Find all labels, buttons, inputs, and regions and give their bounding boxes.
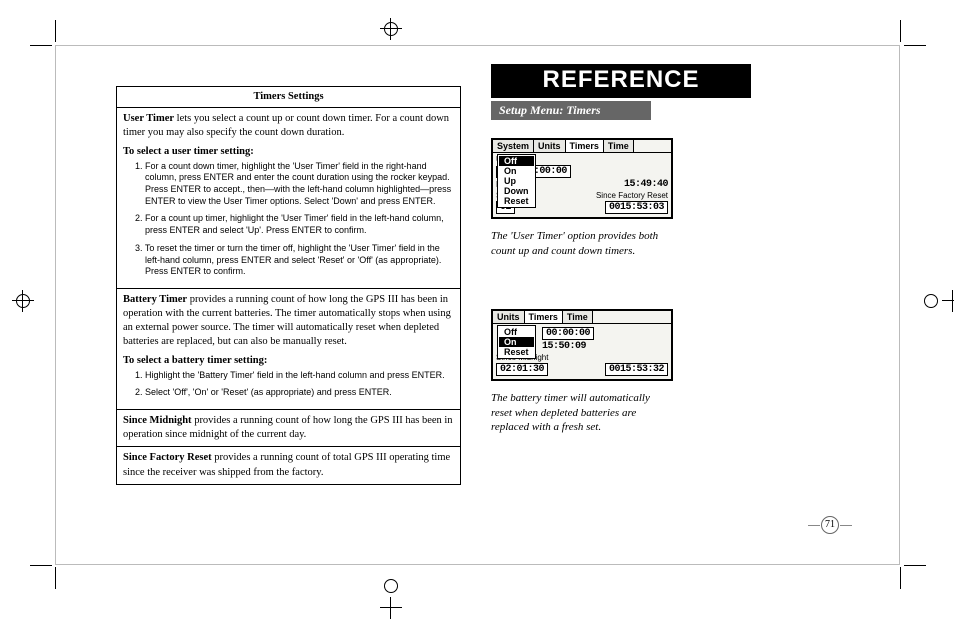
crop-tick — [904, 45, 926, 46]
user-timer-section: User Timer lets you select a count up or… — [117, 107, 460, 288]
menu-item: Off — [499, 327, 534, 337]
battery-timer-section: Battery Timer provides a running count o… — [117, 288, 460, 409]
lcd-tab-selected: Timers — [525, 311, 563, 323]
menu-item: Reset — [499, 347, 534, 357]
menu-item: On — [499, 166, 534, 176]
since-factory-label: Since Factory Reset — [123, 452, 212, 463]
lcd-value: 02:01:30 — [496, 363, 548, 376]
lcd-battery-timer: Units Timers Time 00:00:00 15:50:09 Sinc… — [491, 309, 673, 381]
lcd-tab: Units — [493, 311, 525, 323]
reference-banner: REFERENCE — [491, 64, 751, 98]
menu-item: Off — [499, 156, 534, 166]
crop-tick — [900, 567, 901, 589]
step: 3. To reset the timer or turn the timer … — [135, 243, 454, 278]
lcd-tab: System — [493, 140, 534, 152]
right-column: REFERENCE Setup Menu: Timers System Unit… — [471, 46, 899, 564]
since-midnight-label: Since Midnight — [123, 415, 192, 426]
caption-1: The 'User Timer' option provides both co… — [491, 229, 661, 259]
caption-2: The battery timer will automatically res… — [491, 391, 661, 436]
lcd-dropdown: Off On Up Down Reset — [497, 154, 536, 208]
step: 1. For a count down timer, highlight the… — [135, 161, 454, 208]
menu-item: Down — [499, 186, 534, 196]
timers-table: Timers Settings User Timer lets you sele… — [116, 86, 461, 485]
crop-tick — [30, 45, 52, 46]
page-number: 71 — [821, 516, 839, 534]
crop-tick — [900, 20, 901, 42]
table-title: Timers Settings — [117, 87, 460, 107]
lcd-tab-selected: Timers — [566, 140, 604, 152]
lcd-tab: Units — [534, 140, 566, 152]
battery-timer-label: Battery Timer — [123, 294, 187, 305]
lcd-tab: Time — [604, 140, 634, 152]
crop-circle-top — [384, 22, 398, 36]
step: 2. For a count up timer, highlight the '… — [135, 213, 454, 236]
reference-subtitle: Setup Menu: Timers — [491, 101, 651, 120]
lcd-dropdown: Off On Reset — [497, 325, 536, 359]
crop-tick — [55, 567, 56, 589]
crop-tick — [904, 565, 926, 566]
lcd-value: 00:00:00 — [542, 327, 594, 340]
step: 1. Highlight the 'Battery Timer' field i… — [135, 370, 454, 382]
lcd-value: 15:50:09 — [542, 341, 586, 352]
crop-tick — [30, 565, 52, 566]
step: 2. Select 'Off', 'On' or 'Reset' (as app… — [135, 387, 454, 399]
since-midnight-section: Since Midnight provides a running count … — [117, 409, 460, 446]
user-timer-steps: 1. For a count down timer, highlight the… — [135, 161, 454, 278]
lcd-tab: Time — [563, 311, 593, 323]
battery-timer-sub: To select a battery timer setting: — [123, 354, 454, 368]
crop-tick — [55, 20, 56, 42]
crop-circle-left — [16, 294, 30, 308]
page: Timers Settings User Timer lets you sele… — [55, 45, 900, 565]
since-factory-section: Since Factory Reset provides a running c… — [117, 446, 460, 483]
lcd-value: 0015:53:03 — [605, 201, 668, 214]
user-timer-sub: To select a user timer setting: — [123, 145, 454, 159]
left-column: Timers Settings User Timer lets you sele… — [56, 46, 471, 564]
menu-item: On — [499, 337, 534, 347]
lcd-label: Since Factory Reset — [596, 191, 668, 200]
menu-item: Up — [499, 176, 534, 186]
battery-timer-steps: 1. Highlight the 'Battery Timer' field i… — [135, 370, 454, 399]
crop-circle-right — [924, 294, 938, 308]
lcd-value: 0015:53:32 — [605, 363, 668, 376]
menu-item: Reset — [499, 196, 534, 206]
lcd-user-timer: System Units Timers Time User Timer Off … — [491, 138, 673, 219]
lcd-value: 15:49:40 — [624, 179, 668, 190]
user-timer-label: User Timer — [123, 113, 174, 124]
crop-circle-bottom — [384, 579, 398, 593]
